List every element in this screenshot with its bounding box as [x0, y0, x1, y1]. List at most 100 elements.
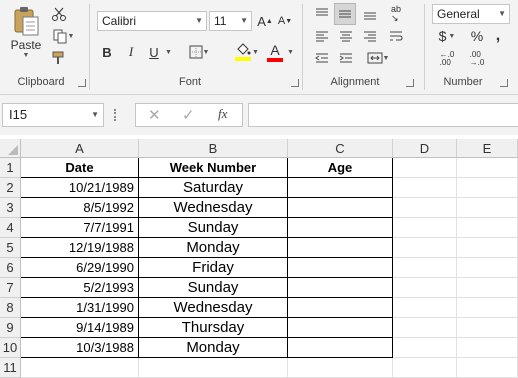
header-week-number[interactable]: Week Number [139, 158, 288, 178]
weekday-cell[interactable]: Thursday [139, 318, 288, 338]
column-header-c[interactable]: C [288, 139, 393, 158]
fill-color-dropdown-icon[interactable]: ▼ [252, 49, 259, 56]
font-name-select[interactable]: Calibri ▼ [97, 11, 207, 31]
formula-bar-grip-icon[interactable] [114, 109, 118, 121]
age-cell[interactable] [288, 198, 393, 218]
row-header-7[interactable]: 7 [0, 278, 21, 298]
borders-button[interactable]: ▼ [184, 42, 214, 62]
decrease-font-size-button[interactable]: A ▼ [276, 11, 294, 31]
percent-style-button[interactable]: % [468, 26, 486, 46]
bottom-align-button[interactable] [360, 4, 380, 24]
cell-d4[interactable] [393, 218, 457, 238]
header-age[interactable]: Age [288, 158, 393, 178]
row-header-3[interactable]: 3 [0, 198, 21, 218]
row-header-1[interactable]: 1 [0, 158, 21, 178]
age-cell[interactable] [288, 318, 393, 338]
underline-button[interactable]: U [145, 42, 163, 62]
enter-icon[interactable]: ✓ [182, 106, 195, 124]
align-right-button[interactable] [360, 26, 380, 46]
cell-e6[interactable] [457, 258, 518, 278]
cell-e1[interactable] [457, 158, 518, 178]
decrease-indent-button[interactable] [312, 48, 332, 68]
weekday-cell[interactable]: Wednesday [139, 298, 288, 318]
format-painter-button[interactable] [48, 48, 70, 68]
column-header-e[interactable]: E [457, 139, 518, 158]
copy-button[interactable]: ▼ [48, 26, 78, 46]
number-format-select[interactable]: General ▼ [432, 4, 510, 24]
cell-d3[interactable] [393, 198, 457, 218]
row-header-2[interactable]: 2 [0, 178, 21, 198]
clipboard-launcher-icon[interactable] [78, 79, 86, 87]
font-size-select[interactable]: 11 ▼ [209, 11, 252, 31]
align-center-button[interactable] [336, 26, 356, 46]
alignment-launcher-icon[interactable] [406, 79, 414, 87]
bold-button[interactable]: B [98, 42, 116, 62]
cell-d1[interactable] [393, 158, 457, 178]
wrap-text-button[interactable] [384, 26, 408, 46]
row-header-9[interactable]: 9 [0, 318, 21, 338]
cell-e11[interactable] [457, 358, 518, 378]
date-cell[interactable]: 10/3/1988 [21, 338, 139, 358]
underline-dropdown-icon[interactable]: ▼ [165, 49, 172, 56]
date-cell[interactable]: 1/31/1990 [21, 298, 139, 318]
weekday-cell[interactable]: Friday [139, 258, 288, 278]
cell-b11[interactable] [139, 358, 288, 378]
date-cell[interactable]: 6/29/1990 [21, 258, 139, 278]
age-cell[interactable] [288, 338, 393, 358]
cell-d11[interactable] [393, 358, 457, 378]
cell-d8[interactable] [393, 298, 457, 318]
increase-decimal-button[interactable]: ←.0.00 [434, 48, 460, 70]
row-header-6[interactable]: 6 [0, 258, 21, 278]
weekday-cell[interactable]: Sunday [139, 218, 288, 238]
cell-e9[interactable] [457, 318, 518, 338]
comma-style-button[interactable]: , [490, 26, 506, 46]
cut-button[interactable] [48, 4, 70, 24]
cell-e4[interactable] [457, 218, 518, 238]
orientation-button[interactable]: ab ↘ [384, 2, 408, 26]
age-cell[interactable] [288, 258, 393, 278]
column-header-a[interactable]: A [21, 139, 139, 158]
middle-align-button[interactable] [334, 3, 356, 25]
cell-d9[interactable] [393, 318, 457, 338]
decrease-decimal-button[interactable]: .00 →.0 [464, 48, 490, 70]
font-launcher-icon[interactable] [291, 79, 299, 87]
select-all-corner[interactable] [0, 139, 21, 158]
weekday-cell[interactable]: Wednesday [139, 198, 288, 218]
increase-indent-button[interactable] [336, 48, 356, 68]
date-cell[interactable]: 8/5/1992 [21, 198, 139, 218]
cell-a11[interactable] [21, 358, 139, 378]
weekday-cell[interactable]: Saturday [139, 178, 288, 198]
column-header-d[interactable]: D [393, 139, 457, 158]
cell-d2[interactable] [393, 178, 457, 198]
row-header-10[interactable]: 10 [0, 338, 21, 358]
cell-d6[interactable] [393, 258, 457, 278]
age-cell[interactable] [288, 278, 393, 298]
date-cell[interactable]: 10/21/1989 [21, 178, 139, 198]
align-left-button[interactable] [312, 26, 332, 46]
font-color-button[interactable]: A [262, 40, 288, 64]
date-cell[interactable]: 9/14/1989 [21, 318, 139, 338]
font-color-dropdown-icon[interactable]: ▼ [287, 49, 294, 56]
weekday-cell[interactable]: Sunday [139, 278, 288, 298]
cell-c11[interactable] [288, 358, 393, 378]
age-cell[interactable] [288, 218, 393, 238]
formula-input[interactable] [248, 103, 518, 127]
paste-button[interactable]: Paste ▼ [6, 4, 46, 60]
increase-font-size-button[interactable]: A ▲ [256, 11, 274, 31]
number-launcher-icon[interactable] [500, 79, 508, 87]
cell-e8[interactable] [457, 298, 518, 318]
weekday-cell[interactable]: Monday [139, 238, 288, 258]
cell-d7[interactable] [393, 278, 457, 298]
cell-e5[interactable] [457, 238, 518, 258]
merge-center-button[interactable]: ▼ [360, 48, 396, 68]
row-header-4[interactable]: 4 [0, 218, 21, 238]
cell-e7[interactable] [457, 278, 518, 298]
accounting-format-button[interactable]: $ ▼ [434, 26, 460, 46]
cell-e3[interactable] [457, 198, 518, 218]
row-header-11[interactable]: 11 [0, 358, 21, 378]
header-date[interactable]: Date [21, 158, 139, 178]
top-align-button[interactable] [312, 4, 332, 24]
date-cell[interactable]: 12/19/1988 [21, 238, 139, 258]
age-cell[interactable] [288, 298, 393, 318]
cell-e10[interactable] [457, 338, 518, 358]
